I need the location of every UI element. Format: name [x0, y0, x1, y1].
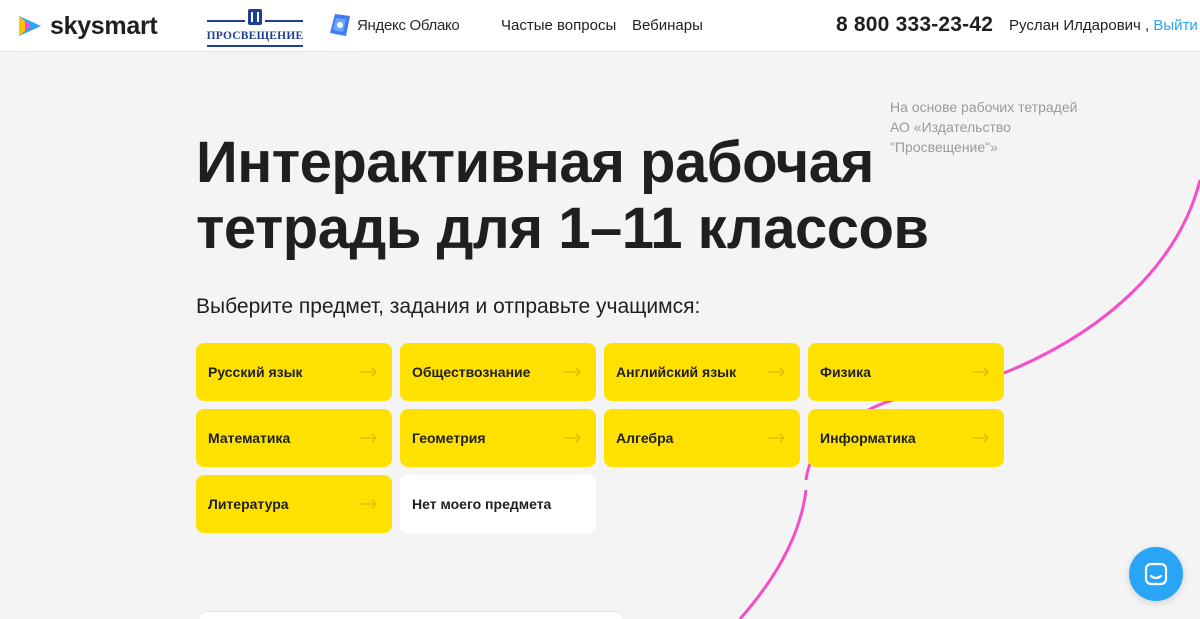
subject-label: Алгебра: [616, 430, 674, 446]
chat-button[interactable]: [1129, 547, 1183, 601]
subject-card-russian[interactable]: Русский язык: [196, 343, 392, 401]
subject-label: Геометрия: [412, 430, 486, 446]
subject-grid: Русский язык Обществознание Английский я…: [196, 343, 1004, 533]
subject-card-english[interactable]: Английский язык: [604, 343, 800, 401]
subject-card-informatics[interactable]: Информатика: [808, 409, 1004, 467]
subject-label: Английский язык: [616, 364, 737, 380]
prosveshchenie-underline: [207, 45, 303, 47]
arrow-right-icon: [768, 367, 785, 377]
nav-link-webinars[interactable]: Вебинары: [632, 17, 703, 34]
subject-label: Физика: [820, 364, 871, 380]
yandex-cloud-logo: Яндекс Облако: [329, 13, 460, 37]
play-logo-icon: [19, 16, 41, 36]
subject-card-algebra[interactable]: Алгебра: [604, 409, 800, 467]
user-block: Руслан Илдарович , Выйти: [1009, 17, 1198, 34]
arrow-right-icon: [564, 433, 581, 443]
skysmart-logo-text: skysmart: [50, 12, 158, 40]
logout-link[interactable]: Выйти: [1153, 17, 1197, 34]
subject-card-no-subject[interactable]: Нет моего предмета: [400, 475, 596, 533]
subject-label: Литература: [208, 496, 289, 512]
prosveshchenie-emblem-icon: [207, 9, 303, 25]
chat-icon: [1144, 562, 1168, 586]
arrow-right-icon: [564, 367, 581, 377]
subject-label: Математика: [208, 430, 291, 446]
subject-card-social-studies[interactable]: Обществознание: [400, 343, 596, 401]
arrow-right-icon: [360, 499, 377, 509]
arrow-right-icon: [360, 367, 377, 377]
arrow-right-icon: [360, 433, 377, 443]
arrow-right-icon: [972, 367, 989, 377]
subject-card-literature[interactable]: Литература: [196, 475, 392, 533]
user-name: Руслан Илдарович ,: [1009, 17, 1150, 34]
subject-label: Русский язык: [208, 364, 303, 380]
subject-card-physics[interactable]: Физика: [808, 343, 1004, 401]
arrow-right-icon: [972, 433, 989, 443]
subject-label: Обществознание: [412, 364, 531, 380]
subject-label: Информатика: [820, 430, 916, 446]
page-title: Интерактивная рабочая тетрадь для 1–11 к…: [196, 130, 929, 261]
yandex-cloud-icon: [330, 14, 350, 36]
skysmart-logo[interactable]: skysmart: [17, 12, 158, 40]
subject-card-math[interactable]: Математика: [196, 409, 392, 467]
nav-link-faq[interactable]: Частые вопросы: [501, 17, 616, 34]
prosveshchenie-logo-text: ПРОСВЕЩЕНИЕ: [206, 30, 304, 42]
bottom-card-peek: [200, 611, 622, 619]
page-subtitle: Выберите предмет, задания и отправьте уч…: [196, 295, 701, 318]
subject-label: Нет моего предмета: [412, 496, 552, 512]
subject-card-geometry[interactable]: Геометрия: [400, 409, 596, 467]
yandex-cloud-logo-text: Яндекс Облако: [357, 16, 460, 34]
arrow-right-icon: [768, 433, 785, 443]
prosveshchenie-logo: ПРОСВЕЩЕНИЕ: [205, 7, 305, 47]
site-header: skysmart ПРОСВЕЩЕНИЕ Яндекс Облако Часты…: [0, 0, 1200, 52]
phone-number[interactable]: 8 800 333-23-42: [836, 13, 993, 37]
